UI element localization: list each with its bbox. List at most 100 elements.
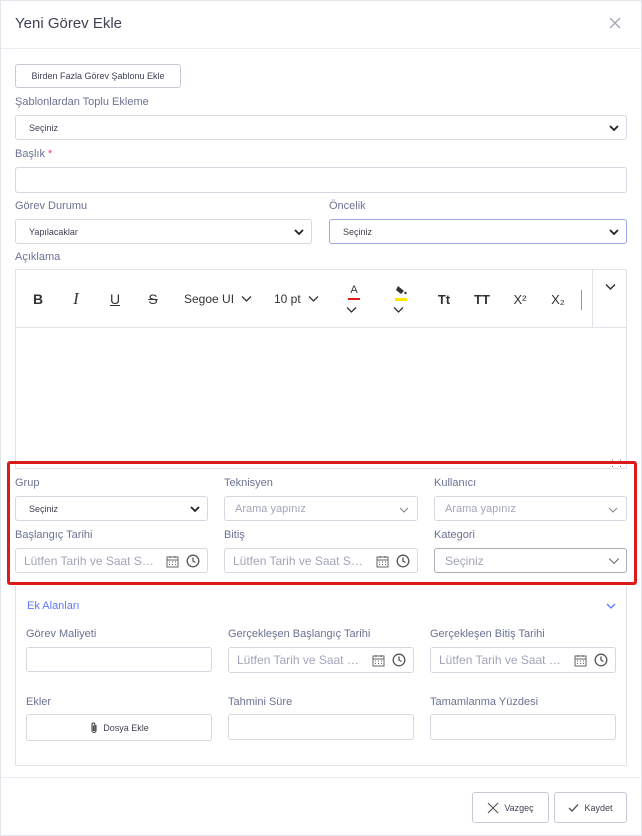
completion-percent-input[interactable] (430, 714, 616, 740)
clock-icon[interactable] (392, 653, 406, 667)
font-size-dropdown[interactable]: 10 pt (274, 292, 319, 306)
group-value: Seçiniz (29, 503, 59, 514)
font-color-letter: A (350, 284, 358, 296)
task-status-value: Yapılacaklar (29, 226, 78, 237)
description-label: Açıklama (15, 251, 61, 263)
group-label: Grup (15, 477, 40, 489)
bulk-template-select[interactable]: Seçiniz (15, 115, 627, 140)
superscript-button[interactable]: X² (510, 288, 530, 310)
font-family-value: Segoe UI (184, 292, 235, 306)
add-file-label: Dosya Ekle (103, 722, 149, 733)
actual-start-date-input[interactable]: Lütfen Tarih ve Saat Seçiniz (228, 647, 414, 673)
actual-start-date-label: Gerçekleşen Başlangıç Tarihi (228, 628, 371, 640)
clock-icon[interactable] (594, 653, 608, 667)
actual-end-date-input[interactable]: Lütfen Tarih ve Saat Seçiniz (430, 647, 616, 673)
toolbar-divider (581, 290, 582, 310)
chevron-down-icon (605, 283, 616, 291)
end-date-placeholder: Lütfen Tarih ve Saat Seçiniz (233, 553, 368, 568)
chevron-down-icon (609, 125, 619, 132)
user-search-select[interactable]: Arama yapınız (434, 496, 627, 521)
user-label: Kullanıcı (434, 477, 477, 489)
chevron-down-icon (608, 558, 620, 565)
highlight-color-bar (395, 298, 407, 301)
paperclip-icon (91, 722, 97, 733)
toolbar-more-button[interactable] (592, 270, 626, 328)
cancel-button[interactable]: Vazgeç (472, 792, 549, 823)
chevron-down-icon (609, 229, 619, 236)
chevron-down-icon (294, 229, 304, 236)
italic-button[interactable]: I (68, 288, 84, 310)
check-icon (569, 803, 579, 812)
category-select[interactable]: Seçiniz (434, 548, 627, 573)
task-cost-label: Görev Maliyeti (26, 628, 97, 640)
estimated-duration-input[interactable] (228, 714, 414, 740)
uppercase-button[interactable]: TT (472, 288, 492, 310)
completion-percent-label: Tamamlanma Yüzdesi (430, 696, 539, 708)
add-task-modal: Yeni Görev Ekle Birden Fazla Görev Şablo… (0, 0, 642, 836)
start-date-label: Başlangıç Tarihi (15, 529, 93, 541)
technician-search-select[interactable]: Arama yapınız (224, 496, 418, 521)
chevron-down-icon (346, 307, 357, 313)
task-status-label: Görev Durumu (15, 200, 88, 212)
modal-title: Yeni Görev Ekle (15, 15, 123, 32)
calendar-icon[interactable] (574, 654, 587, 667)
chevron-down-icon (241, 296, 252, 302)
save-label: Kaydet (584, 802, 613, 813)
font-family-dropdown[interactable]: Segoe UI (184, 292, 252, 306)
extra-fields-title[interactable]: Ek Alanları (27, 600, 80, 612)
chevron-down-icon[interactable] (605, 601, 617, 611)
calendar-icon[interactable] (166, 555, 179, 568)
calendar-icon[interactable] (372, 654, 385, 667)
clock-icon[interactable] (186, 554, 200, 568)
user-placeholder: Arama yapınız (445, 502, 516, 515)
close-icon (487, 802, 499, 813)
chevron-down-icon (608, 507, 618, 513)
chevron-down-icon (399, 507, 409, 513)
save-button[interactable]: Kaydet (554, 792, 627, 823)
task-status-select[interactable]: Yapılacaklar (15, 219, 312, 244)
font-color-button[interactable]: A (344, 284, 364, 318)
bulk-template-label: Şablonlardan Toplu Ekleme (15, 96, 149, 108)
title-label: Başlık * (15, 148, 52, 160)
font-color-icon: A (348, 284, 360, 300)
underline-button[interactable]: U (107, 288, 123, 310)
actual-end-date-label: Gerçekleşen Bitiş Tarihi (430, 628, 545, 640)
start-date-input[interactable]: Lütfen Tarih ve Saat Seçiniz (15, 548, 208, 573)
rich-text-editor: B I U S Segoe UI 10 pt A Tt TT X² X₂ ⋮⋮ (15, 269, 627, 469)
editor-toolbar: B I U S Segoe UI 10 pt A Tt TT X² X₂ (16, 270, 626, 328)
end-date-input[interactable]: Lütfen Tarih ve Saat Seçiniz (224, 548, 418, 573)
category-value: Seçiniz (445, 553, 484, 568)
technician-placeholder: Arama yapınız (235, 502, 306, 515)
subscript-button[interactable]: X₂ (548, 288, 568, 310)
priority-select[interactable]: Seçiniz (329, 219, 627, 244)
chevron-down-icon (308, 296, 319, 302)
close-icon[interactable] (607, 15, 623, 31)
group-select[interactable]: Seçiniz (15, 496, 208, 521)
highlight-color-button[interactable] (391, 284, 411, 318)
technician-label: Teknisyen (224, 477, 273, 489)
add-file-button[interactable]: Dosya Ekle (26, 714, 212, 741)
add-multiple-templates-button[interactable]: Birden Fazla Görev Şablonu Ekle (15, 64, 181, 88)
strikethrough-button[interactable]: S (145, 288, 161, 310)
font-color-bar (348, 298, 360, 300)
actual-start-date-placeholder: Lütfen Tarih ve Saat Seçiniz (237, 653, 365, 667)
title-input[interactable] (15, 167, 627, 193)
bold-button[interactable]: B (30, 288, 46, 310)
modal-header: Yeni Görev Ekle (1, 1, 641, 49)
task-cost-input[interactable] (26, 647, 212, 672)
lowercase-button[interactable]: Tt (434, 288, 454, 310)
attachments-label: Ekler (26, 696, 52, 708)
start-date-placeholder: Lütfen Tarih ve Saat Seçiniz (24, 553, 159, 568)
calendar-icon[interactable] (376, 555, 389, 568)
clock-icon[interactable] (396, 554, 410, 568)
priority-value: Seçiniz (343, 226, 373, 237)
editor-content-area[interactable] (16, 328, 626, 468)
priority-label: Öncelik (329, 200, 366, 212)
paint-bucket-icon (396, 286, 407, 295)
estimated-duration-label: Tahmini Süre (228, 696, 293, 708)
chevron-down-icon (393, 307, 404, 313)
end-date-label: Bitiş (224, 529, 245, 541)
font-size-value: 10 pt (274, 292, 301, 306)
cancel-label: Vazgeç (504, 802, 534, 813)
actual-end-date-placeholder: Lütfen Tarih ve Saat Seçiniz (439, 653, 567, 667)
